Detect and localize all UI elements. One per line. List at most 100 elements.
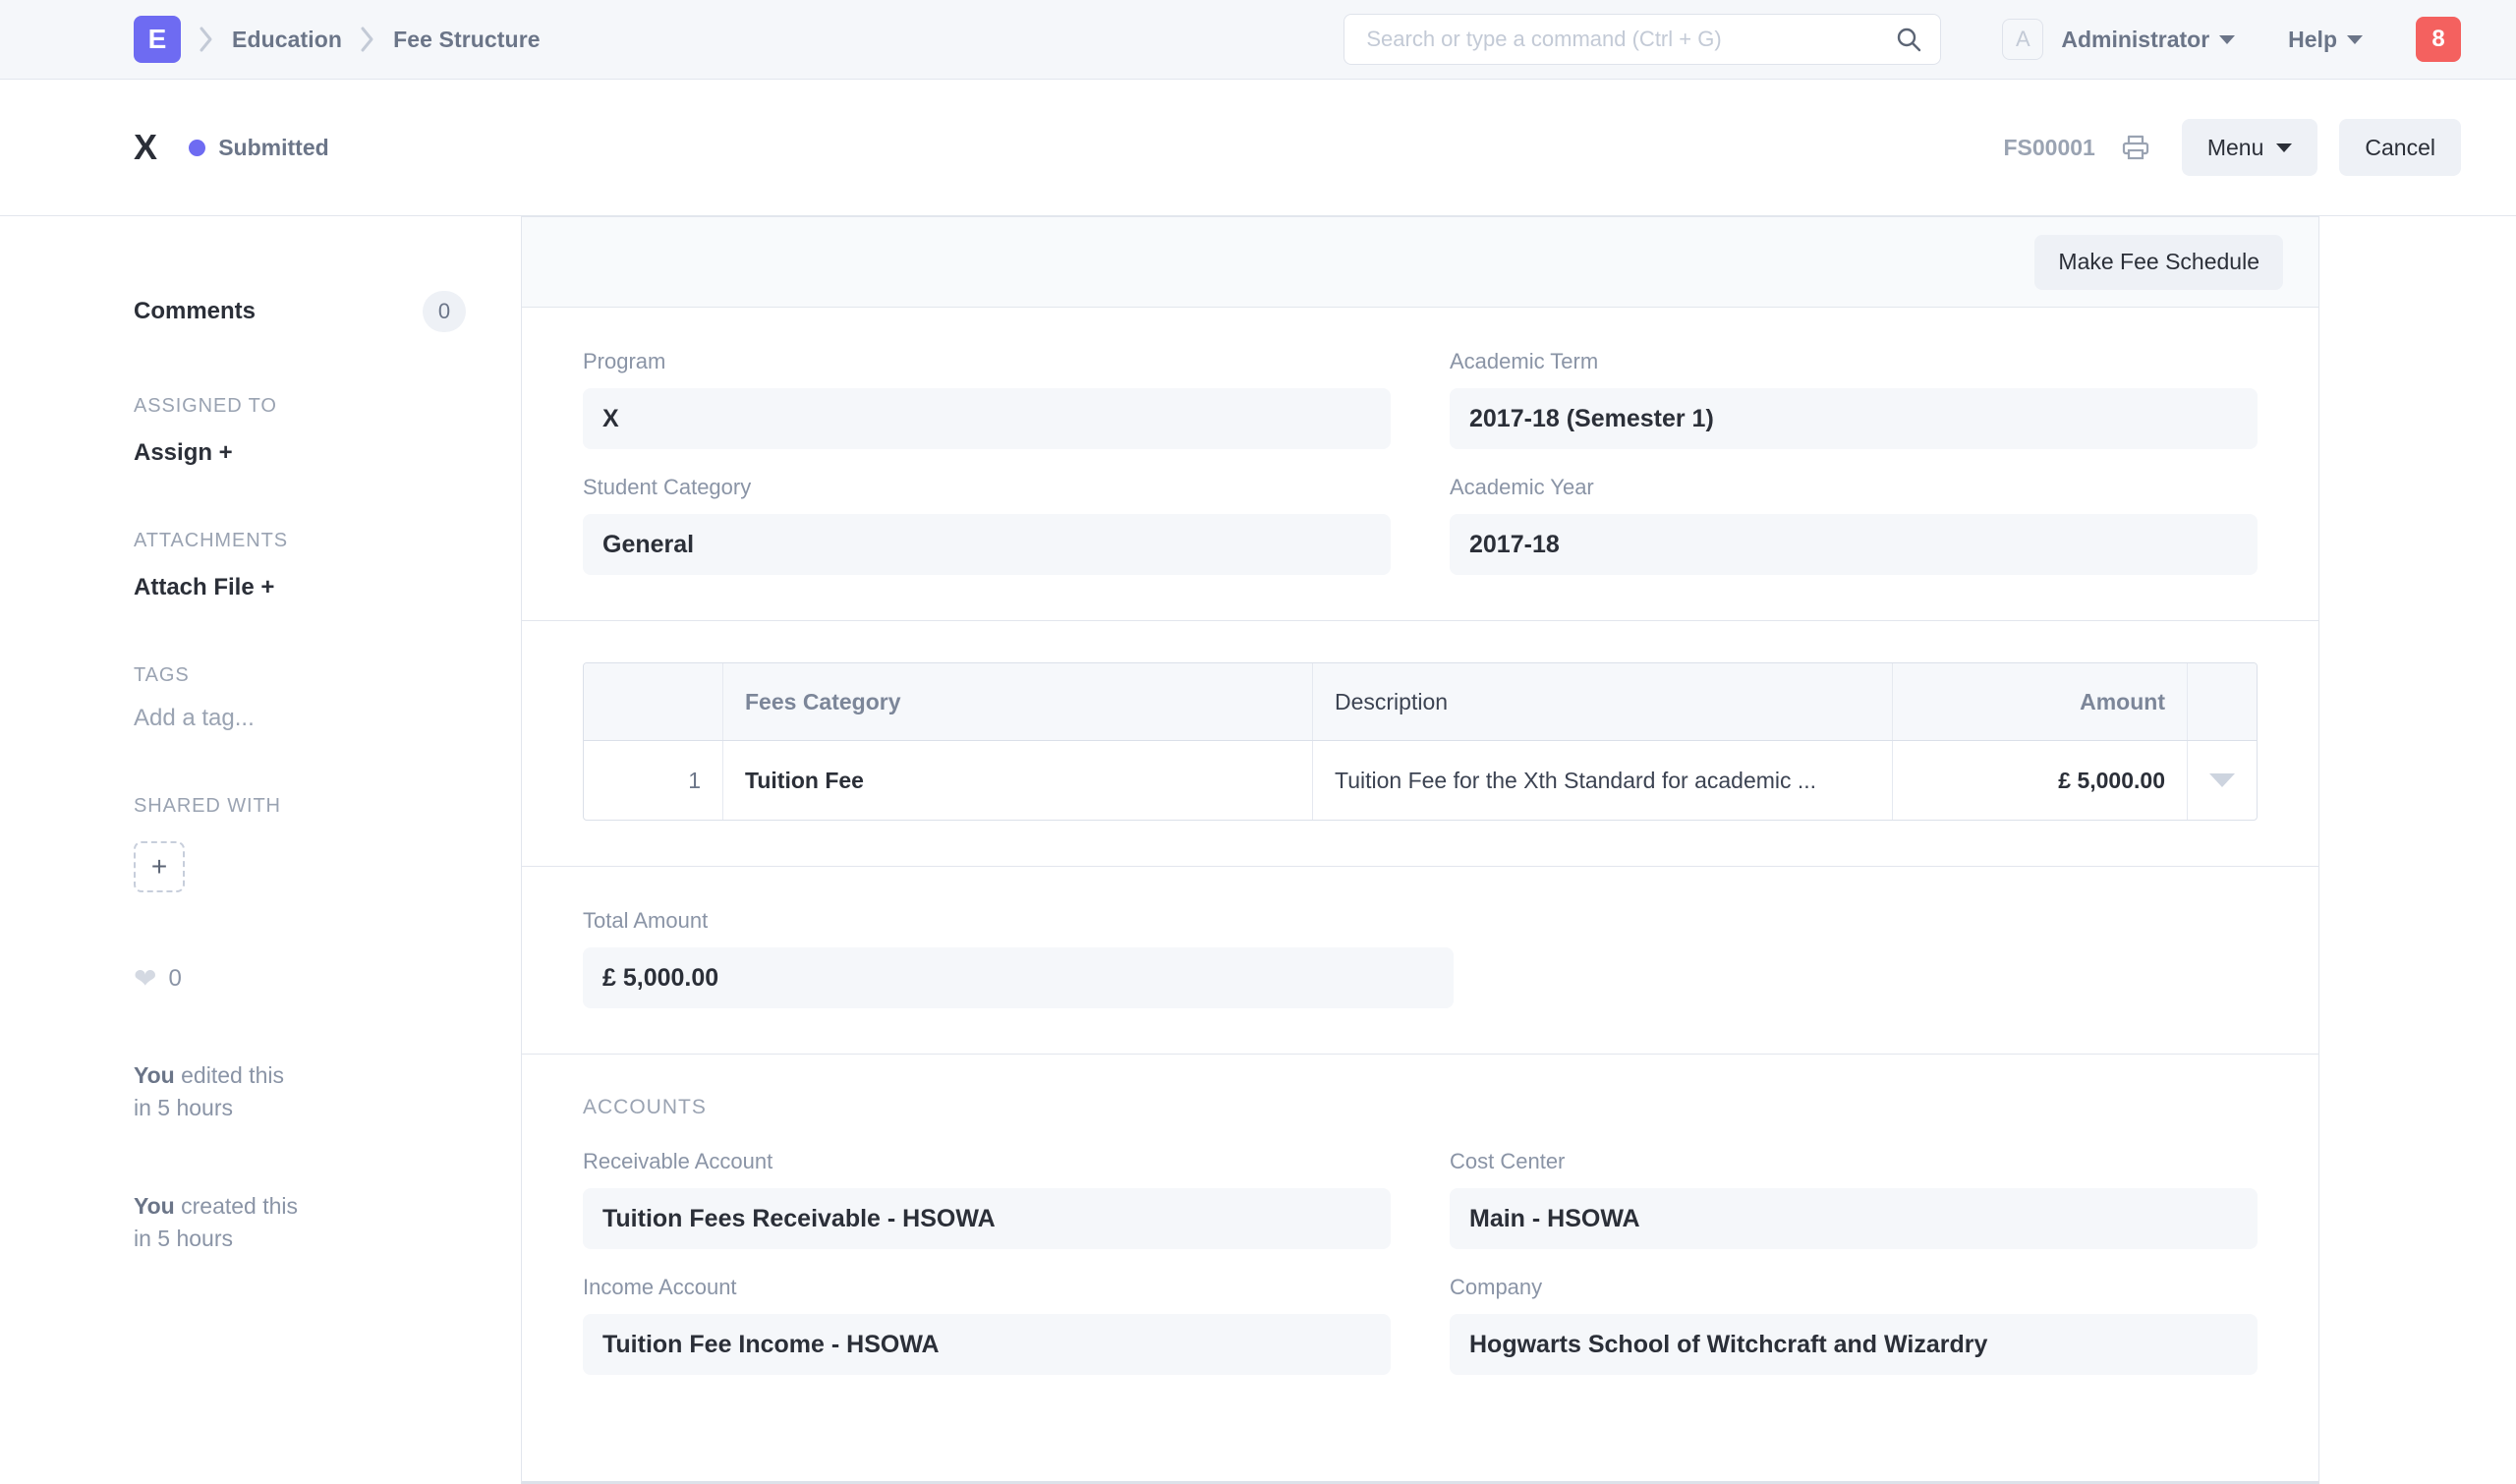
- chevron-down-icon: [2276, 143, 2292, 152]
- app-logo[interactable]: E: [134, 16, 181, 63]
- search-icon[interactable]: [1896, 27, 1921, 52]
- comments-count: 0: [423, 291, 466, 332]
- section-totals: Total Amount £ 5,000.00: [522, 867, 2318, 1055]
- fee-components-table: Fees Category Description Amount 1 Tuiti…: [583, 662, 2258, 821]
- field-receivable-account: Receivable Account Tuition Fees Receivab…: [583, 1149, 1391, 1249]
- top-navbar: E Education Fee Structure A Administrato…: [0, 0, 2516, 80]
- chevron-down-icon: [2347, 35, 2363, 44]
- make-fee-schedule-button[interactable]: Make Fee Schedule: [2034, 235, 2283, 290]
- chevron-down-icon: [2219, 35, 2235, 44]
- field-academic-term: Academic Term 2017-18 (Semester 1): [1450, 349, 2258, 449]
- field-cost-center: Cost Center Main - HSOWA: [1450, 1149, 2258, 1249]
- menu-button[interactable]: Menu: [2182, 119, 2318, 176]
- field-value[interactable]: Tuition Fees Receivable - HSOWA: [583, 1188, 1391, 1249]
- timeline-time: in 5 hours: [134, 1226, 233, 1251]
- section-components: Fees Category Description Amount 1 Tuiti…: [522, 621, 2318, 867]
- timeline-actor: You: [134, 1062, 175, 1088]
- timeline-time: in 5 hours: [134, 1095, 233, 1120]
- details-grid: Program X Academic Term 2017-18 (Semeste…: [583, 349, 2258, 575]
- shared-with-label: SHARED WITH: [134, 795, 466, 818]
- field-value[interactable]: 2017-18 (Semester 1): [1450, 388, 2258, 449]
- main-content: Make Fee Schedule Program X Academic Ter…: [521, 216, 2516, 1484]
- column-header-description: Description: [1313, 663, 1893, 740]
- user-menu-label: Administrator: [2061, 27, 2209, 53]
- timeline-item-edited: You edited this in 5 hours: [134, 1059, 466, 1123]
- navbar-right: A Administrator Help 8: [2002, 17, 2461, 62]
- avatar[interactable]: A: [2002, 19, 2043, 60]
- column-header-actions: [2188, 663, 2257, 740]
- field-label: Cost Center: [1450, 1149, 2258, 1174]
- breadcrumb-education[interactable]: Education: [232, 27, 342, 53]
- field-value[interactable]: £ 5,000.00: [583, 947, 1454, 1008]
- field-label: Program: [583, 349, 1391, 374]
- add-tag-input[interactable]: Add a tag...: [134, 705, 466, 732]
- help-menu-label: Help: [2288, 27, 2337, 53]
- column-header-index: [584, 663, 723, 740]
- sidebar: Comments 0 ASSIGNED TO Assign + ATTACHME…: [0, 216, 521, 1255]
- field-label: Income Account: [583, 1275, 1391, 1300]
- timeline-actor: You: [134, 1193, 175, 1219]
- page-title: X: [134, 127, 157, 168]
- cell-actions: [2188, 741, 2257, 820]
- cell-index: 1: [584, 741, 723, 820]
- field-value[interactable]: Main - HSOWA: [1450, 1188, 2258, 1249]
- field-value[interactable]: X: [583, 388, 1391, 449]
- document-titlebar: X Submitted FS00001 Menu Cancel: [0, 80, 2516, 216]
- search-input[interactable]: [1344, 14, 1941, 65]
- field-student-category: Student Category General: [583, 475, 1391, 575]
- form-card: Make Fee Schedule Program X Academic Ter…: [521, 216, 2319, 1484]
- tags-label: TAGS: [134, 664, 466, 687]
- section-accounts: ACCOUNTS Receivable Account Tuition Fees…: [522, 1055, 2318, 1481]
- notification-badge[interactable]: 8: [2416, 17, 2461, 62]
- section-details: Program X Academic Term 2017-18 (Semeste…: [522, 308, 2318, 621]
- field-academic-year: Academic Year 2017-18: [1450, 475, 2258, 575]
- attachments-label: ATTACHMENTS: [134, 530, 466, 552]
- page-body: Comments 0 ASSIGNED TO Assign + ATTACHME…: [0, 216, 2516, 1484]
- field-program: Program X: [583, 349, 1391, 449]
- cell-fees-category[interactable]: Tuition Fee: [723, 741, 1313, 820]
- cancel-button[interactable]: Cancel: [2339, 119, 2461, 176]
- column-header-amount: Amount: [1893, 663, 2188, 740]
- field-value[interactable]: Tuition Fee Income - HSOWA: [583, 1314, 1391, 1375]
- menu-button-label: Menu: [2207, 135, 2264, 161]
- field-value[interactable]: Hogwarts School of Witchcraft and Wizard…: [1450, 1314, 2258, 1375]
- status-dot-icon: [189, 140, 205, 156]
- field-label: Company: [1450, 1275, 2258, 1300]
- printer-icon[interactable]: [2121, 133, 2150, 162]
- chevron-down-icon[interactable]: [2209, 773, 2235, 787]
- field-label: Total Amount: [583, 908, 1454, 934]
- assigned-to-label: ASSIGNED TO: [134, 395, 466, 418]
- field-label: Receivable Account: [583, 1149, 1391, 1174]
- accounts-grid: Receivable Account Tuition Fees Receivab…: [583, 1149, 2258, 1375]
- cell-amount[interactable]: £ 5,000.00: [1893, 741, 2188, 820]
- global-search: [1344, 14, 1941, 65]
- attach-file-button[interactable]: Attach File +: [134, 574, 466, 601]
- heart-icon: ❤: [134, 965, 156, 993]
- field-company: Company Hogwarts School of Witchcraft an…: [1450, 1275, 2258, 1375]
- user-menu[interactable]: Administrator: [2061, 27, 2235, 53]
- table-row[interactable]: 1 Tuition Fee Tuition Fee for the Xth St…: [584, 741, 2257, 820]
- field-label: Academic Term: [1450, 349, 2258, 374]
- status-label: Submitted: [218, 135, 328, 161]
- add-share-button[interactable]: +: [134, 841, 185, 892]
- field-label: Academic Year: [1450, 475, 2258, 500]
- status-badge[interactable]: Submitted: [189, 135, 328, 161]
- timeline-text: edited this: [175, 1062, 284, 1088]
- field-value[interactable]: 2017-18: [1450, 514, 2258, 575]
- comments-row[interactable]: Comments 0: [134, 291, 466, 332]
- comments-label: Comments: [134, 298, 256, 325]
- timeline-item-created: You created this in 5 hours: [134, 1190, 466, 1254]
- table-header-row: Fees Category Description Amount: [584, 663, 2257, 741]
- field-total-amount: Total Amount £ 5,000.00: [583, 908, 1454, 1008]
- chevron-right-icon: [360, 25, 375, 54]
- document-id: FS00001: [2003, 135, 2094, 161]
- assign-button[interactable]: Assign +: [134, 439, 466, 467]
- field-value[interactable]: General: [583, 514, 1391, 575]
- card-toolbar: Make Fee Schedule: [522, 217, 2318, 308]
- help-menu[interactable]: Help: [2288, 27, 2363, 53]
- breadcrumb-fee-structure[interactable]: Fee Structure: [393, 27, 541, 53]
- chevron-right-icon: [199, 25, 214, 54]
- cell-description[interactable]: Tuition Fee for the Xth Standard for aca…: [1313, 741, 1893, 820]
- like-button[interactable]: ❤ 0: [134, 965, 466, 993]
- column-header-fees-category: Fees Category: [723, 663, 1313, 740]
